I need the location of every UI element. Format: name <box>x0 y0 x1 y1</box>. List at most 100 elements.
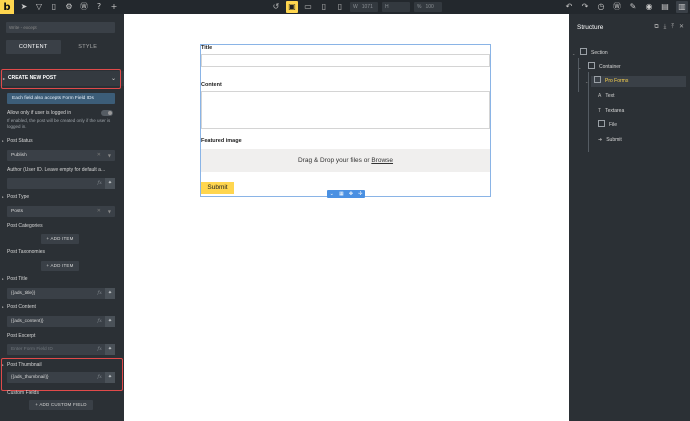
structure-item-textarea[interactable]: T Textarea <box>595 106 686 117</box>
help-icon[interactable]: ? <box>94 2 104 12</box>
structure-item-label: Section <box>591 50 608 56</box>
width-field[interactable]: W 1071 <box>350 2 378 12</box>
author-input[interactable]: fx ✦ <box>7 178 115 189</box>
field-marker-icon: ▸ <box>2 305 4 309</box>
post-title-input[interactable]: {{ads_title}} fx ✦ <box>7 288 115 299</box>
structure-item-label: Submit <box>606 137 622 143</box>
add-custom-field-button[interactable]: + ADD CUSTOM FIELD <box>29 400 93 410</box>
title-field-label: Title <box>201 45 213 51</box>
post-type-label: Post Type <box>7 194 30 200</box>
post-type-value: Posts <box>11 209 23 214</box>
structure-item-container[interactable]: Container <box>586 62 686 73</box>
element-search-input[interactable]: Write - except <box>6 22 115 33</box>
field-marker-icon: ▸ <box>2 277 4 281</box>
undo-icon[interactable]: ↶ <box>564 2 574 12</box>
tree-line <box>578 58 579 92</box>
submit-button[interactable]: Submit <box>201 182 234 194</box>
add-icon[interactable]: + <box>109 2 119 12</box>
dynamic-data-icon[interactable]: ✦ <box>105 178 115 189</box>
template-icon[interactable]: ▽ <box>34 2 44 12</box>
close-icon[interactable]: ✕ <box>679 23 684 31</box>
author-label: Author (User ID. Leave empty for default… <box>7 167 106 173</box>
zoom-field[interactable]: % 100 <box>414 2 442 12</box>
add-category-button[interactable]: + ADD ITEM <box>41 234 79 244</box>
expand-toggle-icon[interactable]: ⌄ <box>578 65 581 70</box>
save-icon[interactable]: ▤ <box>660 2 670 12</box>
highlight-box <box>1 358 123 391</box>
allow-logged-in-label: Allow only if user is logged in <box>7 110 72 116</box>
dynamic-data-icon[interactable]: ✦ <box>105 316 115 327</box>
tablet-device-icon[interactable]: ▯ <box>318 1 330 13</box>
expand-toggle-icon[interactable]: ⌄ <box>572 51 575 56</box>
collapse-icon[interactable]: ⤒ <box>671 23 674 31</box>
structure-item-section[interactable]: Section <box>578 48 686 59</box>
copy-icon[interactable]: ⧉ <box>654 23 658 31</box>
structure-item-text[interactable]: A Text <box>595 91 686 102</box>
move-icon[interactable]: ✥ <box>349 191 353 197</box>
settings-icon[interactable]: ✢ <box>358 191 362 197</box>
title-field-input[interactable] <box>201 54 490 67</box>
settings-icon[interactable]: ⚙ <box>64 2 74 12</box>
content-field-label: Content <box>201 82 222 88</box>
tab-style[interactable]: STYLE <box>61 40 116 54</box>
post-content-label: Post Content <box>7 304 36 310</box>
section-icon <box>580 48 587 55</box>
expand-toggle-icon[interactable]: ⌄ <box>585 79 588 84</box>
builder-logo[interactable]: b <box>0 0 14 14</box>
structure-panel: Structure ⧉ ⤓ ⤒ ✕ ⌄ Section ⌄ Container … <box>569 14 690 421</box>
structure-item-submit[interactable]: ➜ Submit <box>595 135 686 146</box>
structure-item-pro-forms[interactable]: Pro Forms <box>591 76 686 87</box>
content-field-textarea[interactable] <box>201 91 490 129</box>
add-taxonomy-button[interactable]: + ADD ITEM <box>41 261 79 271</box>
fx-icon: fx <box>97 318 102 324</box>
height-field[interactable]: H <box>382 2 410 12</box>
structure-item-file[interactable]: File <box>595 120 686 131</box>
field-marker-icon: ▸ <box>2 195 4 199</box>
browse-link[interactable]: Browse <box>371 157 393 164</box>
post-excerpt-label: Post Excerpt <box>7 333 36 339</box>
chevron-down-icon: ▼ <box>107 209 111 214</box>
element-settings-panel: Write - except CONTENT STYLE ▸ CREATE NE… <box>0 14 124 421</box>
allow-logged-in-toggle[interactable] <box>101 110 113 116</box>
post-taxonomies-label: Post Taxonomies <box>7 249 45 255</box>
info-notice: Each field also accepts Form Field IDs <box>7 93 115 104</box>
structure-title: Structure <box>577 24 604 31</box>
clear-icon[interactable]: ✕ <box>97 206 101 217</box>
wordpress-icon[interactable]: Ⓦ <box>79 2 89 12</box>
dynamic-data-icon[interactable]: ✦ <box>105 344 115 355</box>
structure-item-label: Pro Forms <box>605 78 629 84</box>
tab-content[interactable]: CONTENT <box>6 40 61 54</box>
post-excerpt-input[interactable]: Enter Form Field ID fx ✦ <box>7 344 115 355</box>
mobile-device-icon[interactable]: ▯ <box>334 1 346 13</box>
dynamic-data-icon[interactable]: ✦ <box>105 288 115 299</box>
cursor-icon[interactable]: ➤ <box>19 2 29 12</box>
post-content-input[interactable]: {{ads_content}} fx ✦ <box>7 316 115 327</box>
fx-icon: fx <box>97 180 102 186</box>
wordpress-icon[interactable]: Ⓦ <box>612 2 622 12</box>
history-icon[interactable]: ◷ <box>596 2 606 12</box>
width-label: W <box>353 4 358 10</box>
container-icon <box>588 62 595 69</box>
custom-fields-label: Custom Fields <box>7 390 39 396</box>
clear-icon[interactable]: ✕ <box>97 150 101 161</box>
redo-icon[interactable]: ↷ <box>580 2 590 12</box>
grid-icon[interactable]: ▦ <box>339 191 344 197</box>
post-type-select[interactable]: Posts ✕ ▼ <box>7 206 115 217</box>
desktop-device-icon[interactable]: ▣ <box>286 1 298 13</box>
height-label: H <box>385 4 389 10</box>
edit-icon[interactable]: ✎ <box>628 2 638 12</box>
preview-icon[interactable]: ◉ <box>644 2 654 12</box>
submit-icon: ➜ <box>598 137 603 143</box>
laptop-device-icon[interactable]: ▭ <box>302 1 314 13</box>
file-dropzone[interactable]: Drag & Drop your files or Browse <box>201 149 490 172</box>
chevron-down-icon[interactable]: ⌄ <box>330 191 334 197</box>
structure-item-label: File <box>609 122 618 128</box>
download-icon[interactable]: ⤓ <box>664 23 667 31</box>
page-icon[interactable]: ▯ <box>49 2 59 12</box>
post-status-select[interactable]: Publish ✕ ▼ <box>7 150 115 161</box>
element-toolbar: ⌄ ▦ ✥ ✢ <box>327 190 365 198</box>
post-title-label: Post Title <box>7 276 28 282</box>
post-categories-label: Post Categories <box>7 223 43 229</box>
undo-icon[interactable]: ↺ <box>270 1 282 13</box>
structure-panel-icon[interactable]: ▥ <box>676 1 688 13</box>
